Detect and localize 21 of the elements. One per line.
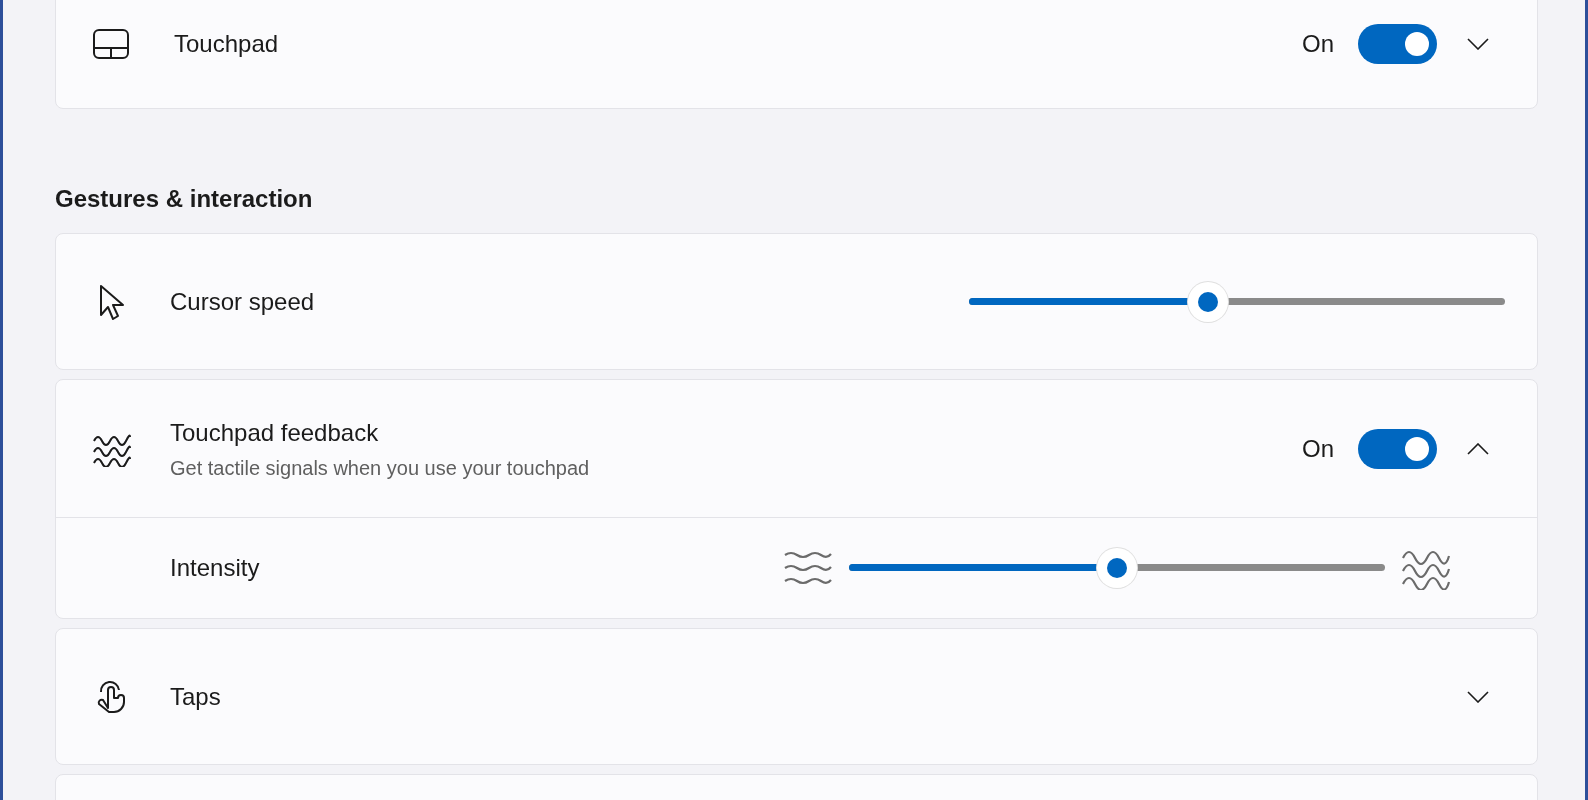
- chevron-icon[interactable]: [1467, 442, 1489, 455]
- toggle-switch[interactable]: [1358, 428, 1437, 469]
- toggle-switch[interactable]: [1358, 23, 1437, 64]
- cursor-icon: [98, 282, 126, 321]
- settings-card[interactable]: Taps: [55, 628, 1538, 765]
- chevron-icon[interactable]: [1467, 690, 1489, 703]
- slider[interactable]: [969, 281, 1505, 322]
- setting-label: Cursor speed: [170, 287, 315, 315]
- setting-label: Intensity: [170, 553, 260, 583]
- setting-description: Get tactile signals when you use your touchpad: [170, 455, 590, 481]
- touchpad-icon: [92, 27, 130, 60]
- chevron-icon[interactable]: [1467, 37, 1489, 50]
- setting-label: Touchpad: [174, 28, 279, 59]
- slider[interactable]: [849, 548, 1385, 588]
- slider-thumb[interactable]: [1188, 281, 1228, 322]
- toggle-state-label: On: [1302, 28, 1334, 59]
- setting-label: Taps: [170, 682, 221, 710]
- slider-thumb[interactable]: [1097, 548, 1137, 588]
- toggle-state-label: On: [1302, 433, 1334, 464]
- section-heading: Gestures & interaction: [55, 184, 313, 214]
- setting-label: Touchpad feedback: [170, 417, 380, 448]
